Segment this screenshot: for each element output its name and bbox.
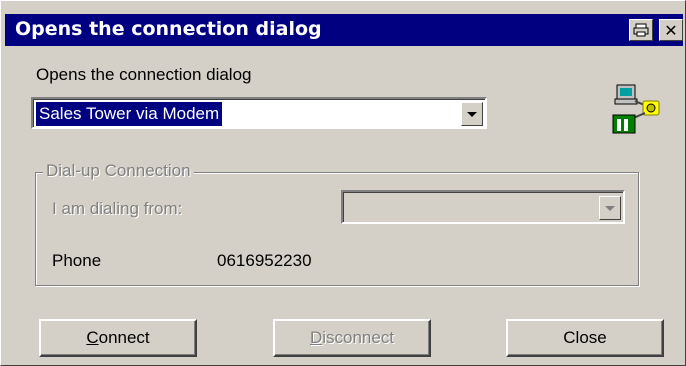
- printer-icon: [633, 23, 649, 37]
- disconnect-button-accelerator: D: [309, 328, 323, 347]
- dialup-group-caption: Dial-up Connection: [43, 161, 194, 181]
- close-button[interactable]: Close: [506, 319, 664, 357]
- chevron-down-icon: [605, 205, 615, 211]
- phone-value: 0616952230: [217, 251, 312, 270]
- connect-button-label: onnect: [98, 328, 150, 347]
- print-button[interactable]: [629, 19, 653, 41]
- window-title: Opens the connection dialog: [15, 18, 322, 40]
- disconnect-button-label: isconnect: [322, 328, 395, 347]
- connection-dialog: Opens the connection dialog ✕ Opens the …: [0, 0, 686, 366]
- disconnect-button[interactable]: Disconnect: [273, 319, 431, 357]
- dialing-from-dropdown-button[interactable]: [599, 196, 621, 220]
- network-computers-icon: [612, 84, 660, 134]
- dialing-from-label: I am dialing from:: [52, 199, 183, 218]
- connection-dropdown-button[interactable]: [461, 102, 483, 126]
- prompt-label: Opens the connection dialog: [36, 65, 252, 84]
- close-button-label: Close: [563, 328, 607, 347]
- chevron-down-icon: [467, 111, 477, 117]
- connect-button[interactable]: Connect: [39, 319, 197, 357]
- phone-label: Phone: [52, 251, 102, 270]
- connection-select-value: Sales Tower via Modem: [36, 102, 223, 126]
- dialing-from-select[interactable]: [341, 190, 625, 224]
- close-icon: ✕: [664, 20, 678, 40]
- title-bar: Opens the connection dialog ✕: [5, 14, 683, 46]
- connection-select[interactable]: Sales Tower via Modem: [31, 97, 487, 129]
- connect-button-accelerator: C: [86, 328, 99, 347]
- close-window-button[interactable]: ✕: [659, 19, 683, 41]
